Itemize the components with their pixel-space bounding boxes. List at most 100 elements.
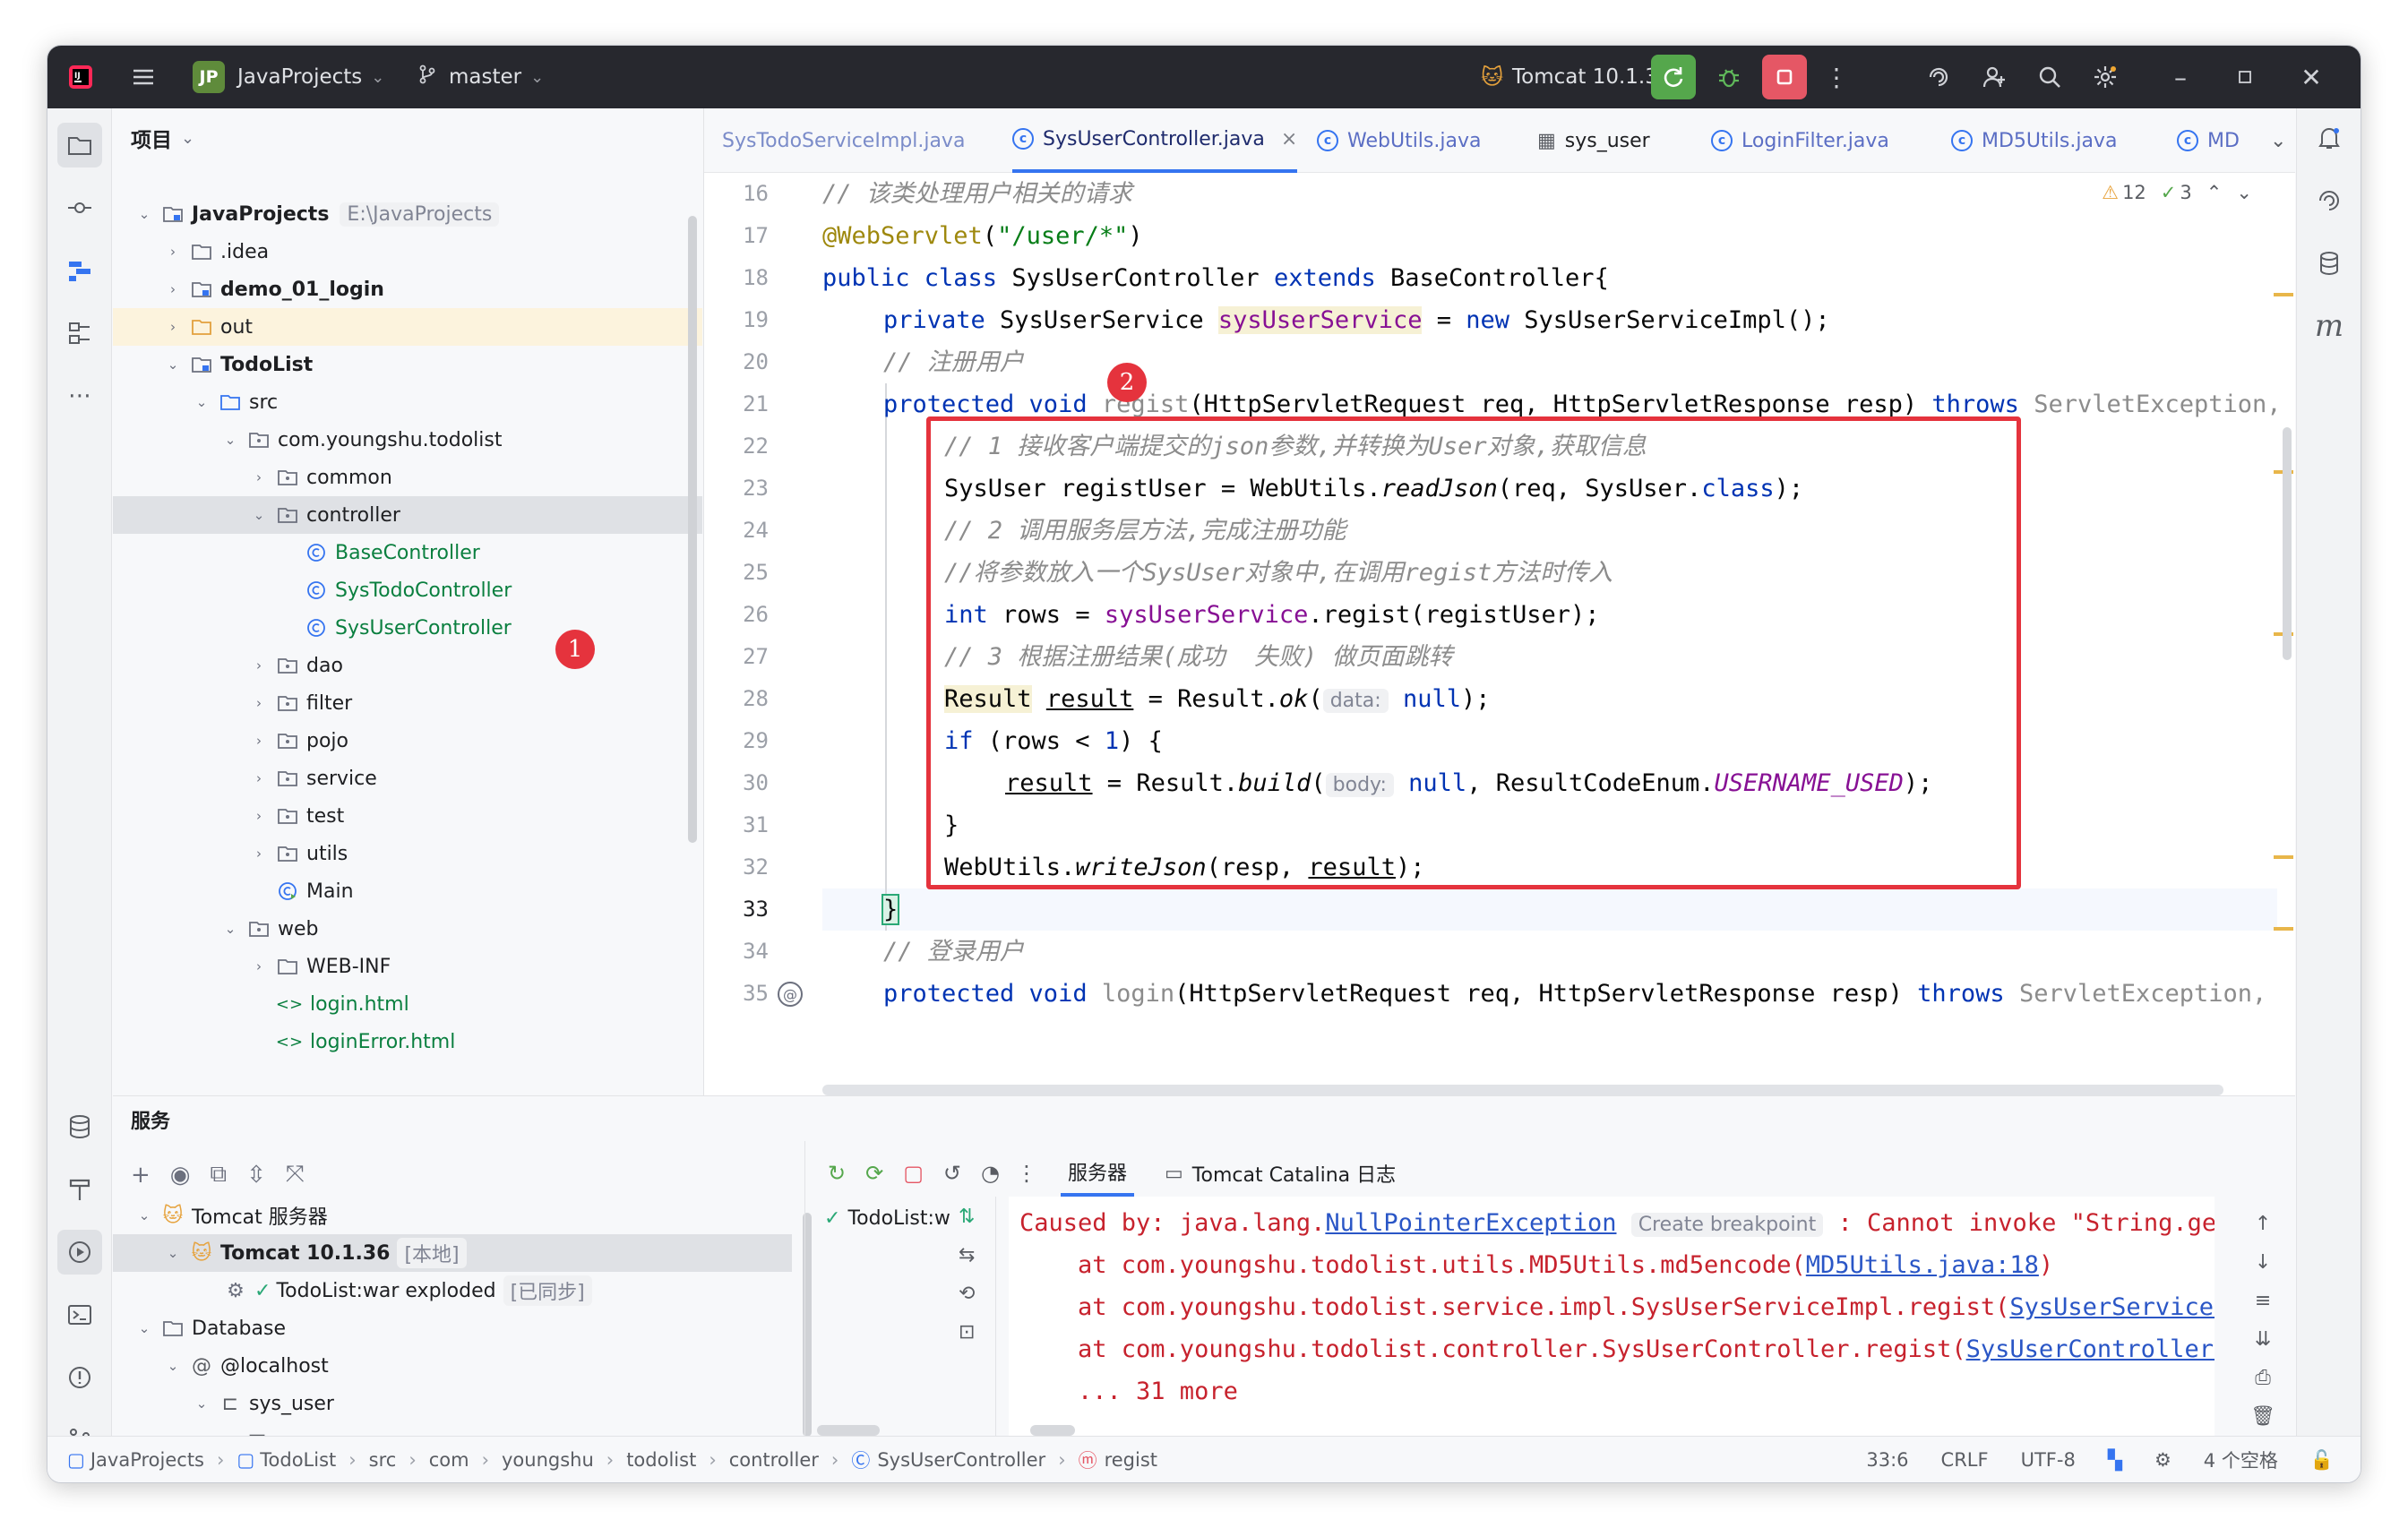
tree-item-filter[interactable]: › filter xyxy=(113,684,702,722)
rerun-icon[interactable]: ↻ xyxy=(828,1161,846,1186)
tab-loginfilter[interactable]: c LoginFilter.java xyxy=(1711,108,1889,173)
main-menu-icon[interactable] xyxy=(121,55,166,99)
more-actions-icon[interactable]: ⋮ xyxy=(1016,1161,1037,1186)
tree-item-sys-user-console[interactable]: ⌄ ⊏ sys_user xyxy=(113,1385,803,1422)
soft-wrap-icon[interactable]: ≡ xyxy=(2255,1290,2271,1312)
build-tool-icon[interactable] xyxy=(57,1167,102,1212)
breadcrumb-item[interactable]: JavaProjects xyxy=(90,1449,204,1471)
database-icon[interactable] xyxy=(2307,241,2352,286)
tree-item-war-exploded[interactable]: ⚙ ✓ TodoList:war exploded [已同步] xyxy=(113,1272,803,1309)
tree-item-dao[interactable]: › dao xyxy=(113,647,702,684)
deployment-item[interactable]: ✓ TodoList:w xyxy=(824,1207,950,1230)
editor-horizontal-scrollbar[interactable] xyxy=(822,1085,2223,1095)
breadcrumb-item[interactable]: todolist xyxy=(626,1449,696,1471)
tabs-overflow-chevron-icon[interactable]: ⌄ xyxy=(2270,108,2286,173)
exception-link[interactable]: NullPointerException xyxy=(1325,1209,1616,1237)
print-icon[interactable]: ⎙ xyxy=(2255,1367,2271,1389)
eye-icon[interactable]: ◉ xyxy=(170,1162,191,1189)
tab-sysusercontroller[interactable]: c SysUserController.java × xyxy=(1012,108,1298,173)
tree-item-systodocontroller[interactable]: SysTodoController xyxy=(113,571,702,609)
settings-gear-icon[interactable] xyxy=(2083,55,2128,99)
tree-item-login-html[interactable]: <> login.html xyxy=(113,985,702,1023)
notifications-bell-icon[interactable] xyxy=(2307,116,2352,160)
search-icon[interactable] xyxy=(2027,55,2072,99)
project-scrollbar[interactable] xyxy=(688,216,697,843)
branch-switcher[interactable]: master ⌄ xyxy=(417,46,544,108)
error-stripe-mark[interactable] xyxy=(2274,855,2293,859)
breadcrumb-item[interactable]: controller xyxy=(729,1449,819,1471)
ai-status-icon[interactable]: ⚙ xyxy=(2154,1449,2172,1471)
scroll-to-end-icon[interactable]: ⇊ xyxy=(2255,1328,2271,1351)
bookmarks-tool-icon[interactable] xyxy=(57,311,102,356)
debug-icon[interactable] xyxy=(1707,55,1751,99)
tree-item-todolist[interactable]: ⌄ TodoList xyxy=(113,346,702,383)
tab-md5utils[interactable]: c MD5Utils.java xyxy=(1951,108,2117,173)
add-service-icon[interactable]: + xyxy=(131,1162,150,1189)
tab-catalina-log[interactable]: ▭ Tomcat Catalina 日志 xyxy=(1157,1150,1403,1197)
lock-icon[interactable]: 🔓 xyxy=(2310,1449,2334,1472)
new-tab-icon[interactable]: ⧉ xyxy=(210,1161,227,1189)
minimize-icon[interactable]: – xyxy=(2158,55,2203,99)
ai-assistant-icon[interactable] xyxy=(1916,55,1961,99)
profiler-icon[interactable]: ◔ xyxy=(981,1161,1000,1186)
tree-item-basecontroller[interactable]: BaseController xyxy=(113,534,702,571)
structure-icon[interactable]: ▚ xyxy=(2108,1449,2122,1471)
tree-item-idea[interactable]: › .idea xyxy=(113,233,702,270)
trash-icon[interactable]: 🗑 xyxy=(2250,1405,2275,1428)
tree-item-out[interactable]: › out xyxy=(113,308,702,346)
tree-item-main[interactable]: Main xyxy=(113,872,702,910)
tree-item-sysusercontroller[interactable]: SysUserController xyxy=(113,609,702,647)
terminal-tool-icon[interactable] xyxy=(57,1292,102,1337)
project-switcher[interactable]: JP JavaProjects ⌄ xyxy=(193,46,384,108)
deploy-icon[interactable]: ⇅ xyxy=(959,1206,975,1228)
breadcrumb-item[interactable]: SysUserController xyxy=(877,1449,1045,1471)
tree-item-web[interactable]: ⌄ web xyxy=(113,910,702,948)
stack-link[interactable]: SysUserServiceI xyxy=(2009,1293,2214,1321)
close-tab-icon[interactable]: × xyxy=(1281,128,1297,150)
tab-server[interactable]: 服务器 xyxy=(1060,1150,1134,1197)
tree-item-package[interactable]: ⌄ com.youngshu.todolist xyxy=(113,421,702,459)
artifact-icon[interactable]: ⊡ xyxy=(959,1321,975,1343)
tab-sys-user[interactable]: ▦ sys_user xyxy=(1537,108,1650,173)
tree-item-localhost[interactable]: ⌄ @ @localhost xyxy=(113,1347,803,1385)
services-tool-icon[interactable] xyxy=(57,1230,102,1275)
tree-item-demo-01-login[interactable]: › demo_01_login xyxy=(113,270,702,308)
tree-item-src[interactable]: ⌄ src xyxy=(113,383,702,421)
tab-webutils[interactable]: c WebUtils.java xyxy=(1317,108,1481,173)
app-logo-icon[interactable]: IJ xyxy=(58,55,103,99)
line-separator[interactable]: CRLF xyxy=(1941,1449,1989,1471)
tree-item-utils[interactable]: › utils xyxy=(113,835,702,872)
tree-item-database[interactable]: ⌄ Database xyxy=(113,1309,803,1347)
stop-icon[interactable]: ▢ xyxy=(903,1161,924,1186)
tree-item-web-inf[interactable]: › WEB-INF xyxy=(113,948,702,985)
error-stripe-mark[interactable] xyxy=(2274,293,2293,296)
collapse-all-icon[interactable]: ⤧ xyxy=(286,1161,305,1189)
maximize-icon[interactable] xyxy=(2223,55,2267,99)
ai-chat-icon[interactable] xyxy=(2307,178,2352,223)
tree-item-javaprojects[interactable]: ⌄ JavaProjects E:\JavaProjects xyxy=(113,195,702,233)
console-output[interactable]: Caused by: java.lang.NullPointerExceptio… xyxy=(1009,1197,2214,1436)
file-encoding[interactable]: UTF-8 xyxy=(2021,1449,2076,1471)
maven-icon[interactable]: m xyxy=(2307,304,2352,348)
tree-item-controller[interactable]: ⌄ controller xyxy=(113,496,702,534)
web-endpoint-icon[interactable]: @ xyxy=(778,982,803,1007)
undeploy-icon[interactable]: ⇆ xyxy=(959,1244,975,1266)
stack-link[interactable]: MD5Utils.java:18 xyxy=(1806,1251,2039,1279)
database-tool-icon[interactable] xyxy=(57,1104,102,1149)
update-icon[interactable]: ⟲ xyxy=(959,1283,975,1305)
breadcrumb-item[interactable]: com xyxy=(429,1449,469,1471)
stop-icon[interactable] xyxy=(1762,55,1807,99)
add-user-icon[interactable] xyxy=(1972,55,2017,99)
stack-link[interactable]: SysUserController. xyxy=(1966,1335,2214,1363)
deployment-scrollbar[interactable] xyxy=(817,1425,880,1436)
tree-item-loginerror-html[interactable]: <> loginError.html xyxy=(113,1023,702,1060)
arrow-down-icon[interactable]: ↓ xyxy=(2255,1251,2271,1274)
editor-vertical-scrollbar[interactable] xyxy=(2283,427,2292,660)
restart-icon[interactable]: ⟳ xyxy=(865,1161,883,1186)
tree-item-tomcat-server[interactable]: ⌄ 🐱 Tomcat 服务器 xyxy=(113,1197,803,1234)
tab-md-truncated[interactable]: c MD xyxy=(2177,108,2240,173)
breadcrumb-item[interactable]: youngshu xyxy=(502,1449,594,1471)
problems-tool-icon[interactable] xyxy=(57,1355,102,1400)
error-stripe-mark[interactable] xyxy=(2274,927,2293,931)
caret-position[interactable]: 33:6 xyxy=(1866,1449,1908,1471)
